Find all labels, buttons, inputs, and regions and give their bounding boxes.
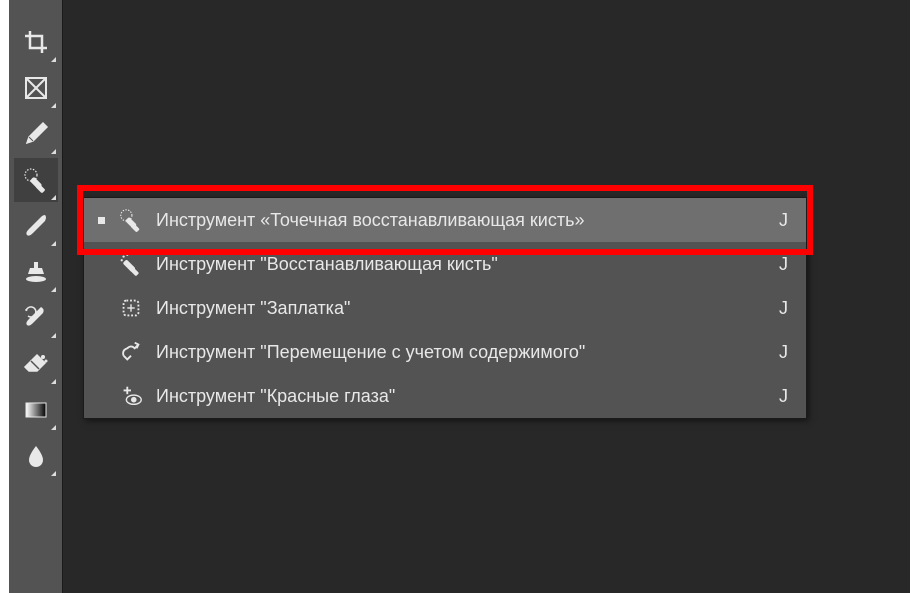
flyout-item-shortcut: J xyxy=(779,210,788,231)
tool-crop[interactable] xyxy=(14,20,58,64)
flyout-item-label: Инструмент "Красные глаза" xyxy=(156,386,759,407)
content-aware-move-icon xyxy=(116,337,146,367)
tool-frame[interactable] xyxy=(14,66,58,110)
tool-spot-healing-brush[interactable] xyxy=(14,158,58,202)
tool-eyedropper[interactable] xyxy=(14,112,58,156)
frame-icon xyxy=(23,75,49,101)
flyout-item-spot-healing-brush[interactable]: Инструмент «Точечная восстанавливающая к… xyxy=(84,198,806,242)
flyout-item-shortcut: J xyxy=(779,342,788,363)
flyout-item-label: Инструмент "Заплатка" xyxy=(156,298,759,319)
flyout-item-label: Инструмент «Точечная восстанавливающая к… xyxy=(156,210,759,231)
tool-blur[interactable] xyxy=(14,434,58,478)
history-brush-icon xyxy=(23,305,49,331)
flyout-item-patch[interactable]: Инструмент "Заплатка" J xyxy=(84,286,806,330)
flyout-item-content-aware-move[interactable]: Инструмент "Перемещение с учетом содержи… xyxy=(84,330,806,374)
tool-clone-stamp[interactable] xyxy=(14,250,58,294)
flyout-item-healing-brush[interactable]: Инструмент "Восстанавливающая кисть" J xyxy=(84,242,806,286)
tool-history-brush[interactable] xyxy=(14,296,58,340)
current-tool-marker xyxy=(96,215,106,225)
brush-icon xyxy=(23,213,49,239)
flyout-item-shortcut: J xyxy=(779,254,788,275)
toolbar xyxy=(9,0,63,593)
current-tool-marker xyxy=(96,347,106,357)
blur-icon xyxy=(23,443,49,469)
tool-brush[interactable] xyxy=(14,204,58,248)
current-tool-marker xyxy=(96,303,106,313)
crop-icon xyxy=(23,29,49,55)
eraser-icon xyxy=(23,351,49,377)
healing-brush-icon xyxy=(116,249,146,279)
current-tool-marker xyxy=(96,259,106,269)
spot-healing-brush-icon xyxy=(22,166,50,194)
tool-flyout-menu: Инструмент «Точечная восстанавливающая к… xyxy=(83,197,807,419)
tool-gradient[interactable] xyxy=(14,388,58,432)
spot-healing-brush-icon xyxy=(116,205,146,235)
flyout-item-shortcut: J xyxy=(779,298,788,319)
flyout-item-label: Инструмент "Восстанавливающая кисть" xyxy=(156,254,759,275)
current-tool-marker xyxy=(96,391,106,401)
red-eye-icon xyxy=(116,381,146,411)
gradient-icon xyxy=(23,397,49,423)
patch-icon xyxy=(116,293,146,323)
flyout-item-red-eye[interactable]: Инструмент "Красные глаза" J xyxy=(84,374,806,418)
clone-stamp-icon xyxy=(23,259,49,285)
eyedropper-icon xyxy=(23,121,49,147)
flyout-item-shortcut: J xyxy=(779,386,788,407)
flyout-item-label: Инструмент "Перемещение с учетом содержи… xyxy=(156,342,759,363)
tool-eraser[interactable] xyxy=(14,342,58,386)
